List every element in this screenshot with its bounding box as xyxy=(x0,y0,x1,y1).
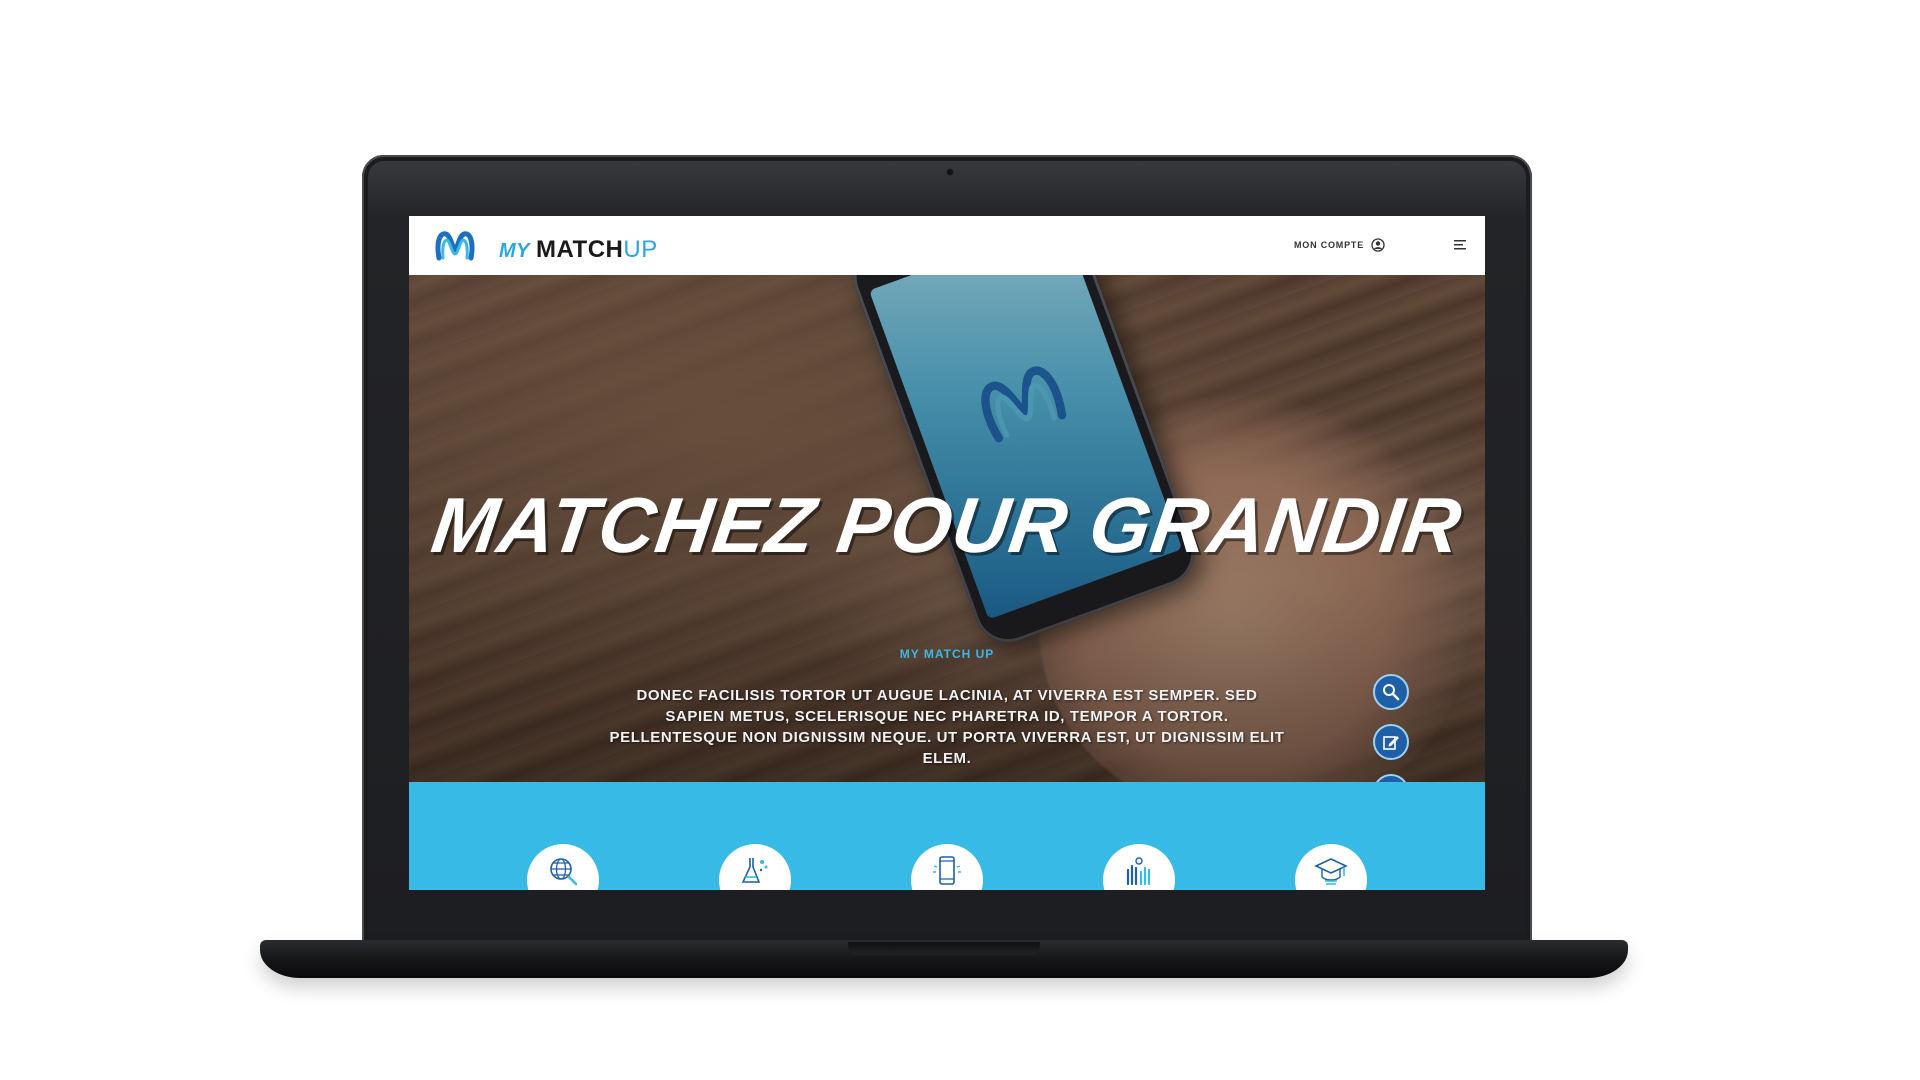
search-button[interactable] xyxy=(1373,674,1409,710)
graduation-cap-icon xyxy=(1314,858,1348,885)
feature-education[interactable] xyxy=(1295,844,1367,890)
lab-flask-icon xyxy=(741,858,768,883)
brand-up: UP xyxy=(623,236,658,263)
feature-mobile[interactable] xyxy=(911,844,983,890)
logo-icon[interactable] xyxy=(434,228,476,266)
hero-section: MATCHEZ POUR GRANDIR MY MATCH UP DONEC F… xyxy=(409,275,1485,782)
hero-body-text: DONEC FACILISIS TORTOR UT AUGUE LACINIA,… xyxy=(609,687,1285,767)
search-icon xyxy=(1383,684,1400,701)
smartphone-icon xyxy=(933,856,961,885)
navbar: MY MATCH UP MON COMPTE xyxy=(409,216,1485,275)
edit-icon xyxy=(1383,736,1399,750)
hands-icon xyxy=(1126,857,1151,886)
globe-search-icon xyxy=(550,858,578,886)
hero-subtitle: MY MATCH UP xyxy=(899,647,995,661)
laptop-notch xyxy=(848,942,1040,955)
feature-community[interactable] xyxy=(1103,844,1175,890)
hamburger-menu-icon[interactable] xyxy=(1454,239,1468,251)
account-label: MON COMPTE xyxy=(1294,240,1364,250)
account-link[interactable]: MON COMPTE xyxy=(1294,238,1385,252)
feature-lab[interactable] xyxy=(719,844,791,890)
brand-name[interactable]: MY MATCH UP xyxy=(499,236,658,264)
feature-globe[interactable] xyxy=(527,844,599,890)
edit-button[interactable] xyxy=(1373,724,1409,760)
hero-title: MATCHEZ POUR GRANDIR xyxy=(426,481,1468,569)
brand-match: MATCH xyxy=(536,236,624,263)
features-band xyxy=(409,782,1485,890)
webcam xyxy=(947,169,953,175)
brand-my: MY xyxy=(499,240,530,262)
user-circle-icon xyxy=(1371,238,1385,252)
laptop-screen: MY MATCH UP MON COMPTE MATCHEZ POUR GRAN… xyxy=(409,216,1485,890)
laptop-base xyxy=(260,940,1628,978)
